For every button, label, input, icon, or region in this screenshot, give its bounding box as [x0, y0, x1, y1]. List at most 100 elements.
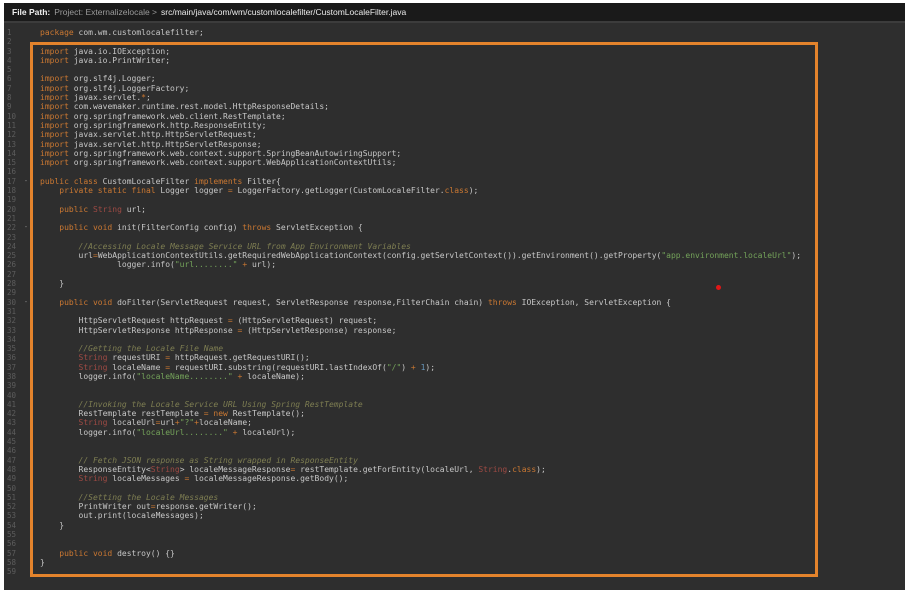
line-number: 38 [4, 372, 21, 381]
line-number: 31 [4, 307, 21, 316]
fold-spacer [21, 511, 31, 520]
code-lines[interactable]: 1package com.wm.customlocalefilter;23imp… [4, 28, 905, 577]
fold-spacer [21, 279, 31, 288]
code-line[interactable]: 26 logger.info("url........" + url); [4, 260, 905, 269]
line-number: 27 [4, 270, 21, 279]
code-line[interactable]: 42 RestTemplate restTemplate = new RestT… [4, 409, 905, 418]
code-line[interactable]: 37 String localeName = requestURI.substr… [4, 363, 905, 372]
line-number: 2 [4, 37, 21, 46]
code-line[interactable]: 24 //Accessing Locale Message Service UR… [4, 242, 905, 251]
code-line[interactable]: 34 [4, 335, 905, 344]
code-line[interactable]: 33 HttpServletResponse httpResponse = (H… [4, 326, 905, 335]
code-text [31, 530, 40, 539]
code-text [31, 381, 40, 390]
error-indicator-dot [716, 285, 721, 290]
code-line[interactable]: 30- public void doFilter(ServletRequest … [4, 298, 905, 307]
code-line[interactable]: 55 [4, 530, 905, 539]
code-text: //Getting the Locale File Name [31, 344, 223, 353]
code-line[interactable]: 10import org.springframework.web.client.… [4, 112, 905, 121]
code-line[interactable]: 59 [4, 567, 905, 576]
code-line[interactable]: 41 //Invoking the Locale Service URL Usi… [4, 400, 905, 409]
line-number: 28 [4, 279, 21, 288]
code-line[interactable]: 48 ResponseEntity<String> localeMessageR… [4, 465, 905, 474]
file-path-bar: File Path: Project: Externalizelocale > … [4, 3, 905, 23]
code-line[interactable]: 17-public class CustomLocaleFilter imple… [4, 177, 905, 186]
code-line[interactable]: 57 public void destroy() {} [4, 549, 905, 558]
code-line[interactable]: 43 String localeUrl=url+"?"+localeName; [4, 418, 905, 427]
code-line[interactable]: 20 public String url; [4, 205, 905, 214]
code-text: String requestURI = httpRequest.getReque… [31, 353, 310, 362]
line-number: 17 [4, 177, 21, 186]
line-number: 20 [4, 205, 21, 214]
code-line[interactable]: 25 url=WebApplicationContextUtils.getReq… [4, 251, 905, 260]
code-editor[interactable]: 1package com.wm.customlocalefilter;23imp… [4, 23, 905, 577]
code-line[interactable]: 56 [4, 539, 905, 548]
code-line[interactable]: 29 [4, 288, 905, 297]
code-line[interactable]: 58} [4, 558, 905, 567]
code-text: private static final Logger logger = Log… [31, 186, 478, 195]
code-line[interactable]: 51 //Setting the Locale Messages [4, 493, 905, 502]
code-text: RestTemplate restTemplate = new RestTemp… [31, 409, 305, 418]
code-text: logger.info("url........" + url); [31, 260, 276, 269]
code-line[interactable]: 14import org.springframework.web.context… [4, 149, 905, 158]
code-text: import javax.servlet.*; [31, 93, 151, 102]
code-line[interactable]: 12import javax.servlet.http.HttpServletR… [4, 130, 905, 139]
code-line[interactable]: 38 logger.info("localeName........" + lo… [4, 372, 905, 381]
line-number: 22 [4, 223, 21, 232]
code-line[interactable]: 15import org.springframework.web.context… [4, 158, 905, 167]
code-line[interactable]: 9import com.wavemaker.runtime.rest.model… [4, 102, 905, 111]
code-line[interactable]: 31 [4, 307, 905, 316]
code-line[interactable]: 28 } [4, 279, 905, 288]
code-text [31, 446, 40, 455]
code-line[interactable]: 40 [4, 391, 905, 400]
code-line[interactable]: 47 // Fetch JSON response as String wrap… [4, 456, 905, 465]
code-line[interactable]: 46 [4, 446, 905, 455]
code-line[interactable]: 50 [4, 484, 905, 493]
code-line[interactable]: 5 [4, 65, 905, 74]
code-text: out.print(localeMessages); [31, 511, 204, 520]
code-line[interactable]: 6import org.slf4j.Logger; [4, 74, 905, 83]
code-line[interactable]: 52 PrintWriter out=response.getWriter(); [4, 502, 905, 511]
code-line[interactable]: 54 } [4, 521, 905, 530]
code-text [31, 65, 40, 74]
line-number: 35 [4, 344, 21, 353]
code-line[interactable]: 16 [4, 167, 905, 176]
line-number: 47 [4, 456, 21, 465]
line-number: 9 [4, 102, 21, 111]
code-line[interactable]: 39 [4, 381, 905, 390]
code-line[interactable]: 32 HttpServletRequest httpRequest = (Htt… [4, 316, 905, 325]
fold-marker-icon[interactable]: - [21, 298, 31, 307]
code-line[interactable]: 23 [4, 233, 905, 242]
code-line[interactable]: 1package com.wm.customlocalefilter; [4, 28, 905, 37]
code-line[interactable]: 36 String requestURI = httpRequest.getRe… [4, 353, 905, 362]
code-line[interactable]: 13import javax.servlet.http.HttpServletR… [4, 140, 905, 149]
code-line[interactable]: 44 logger.info("localeUrl........" + loc… [4, 428, 905, 437]
code-line[interactable]: 35 //Getting the Locale File Name [4, 344, 905, 353]
line-number: 3 [4, 47, 21, 56]
fold-marker-icon[interactable]: - [21, 177, 31, 186]
code-line[interactable]: 53 out.print(localeMessages); [4, 511, 905, 520]
code-line[interactable]: 8import javax.servlet.*; [4, 93, 905, 102]
line-number: 39 [4, 381, 21, 390]
code-line[interactable]: 18 private static final Logger logger = … [4, 186, 905, 195]
fold-spacer [21, 28, 31, 37]
line-number: 30 [4, 298, 21, 307]
code-line[interactable]: 27 [4, 270, 905, 279]
code-line[interactable]: 7import org.slf4j.LoggerFactory; [4, 84, 905, 93]
code-line[interactable]: 19 [4, 195, 905, 204]
code-line[interactable]: 49 String localeMessages = localeMessage… [4, 474, 905, 483]
line-number: 43 [4, 418, 21, 427]
code-line[interactable]: 22- public void init(FilterConfig config… [4, 223, 905, 232]
fold-marker-icon[interactable]: - [21, 223, 31, 232]
code-line[interactable]: 2 [4, 37, 905, 46]
line-number: 46 [4, 446, 21, 455]
code-line[interactable]: 21 [4, 214, 905, 223]
code-line[interactable]: 4import java.io.PrintWriter; [4, 56, 905, 65]
fold-spacer [21, 521, 31, 530]
code-line[interactable]: 45 [4, 437, 905, 446]
code-line[interactable]: 3import java.io.IOException; [4, 47, 905, 56]
code-text: import javax.servlet.http.HttpServletRes… [31, 140, 262, 149]
line-number: 40 [4, 391, 21, 400]
code-line[interactable]: 11import org.springframework.http.Respon… [4, 121, 905, 130]
fold-spacer [21, 242, 31, 251]
